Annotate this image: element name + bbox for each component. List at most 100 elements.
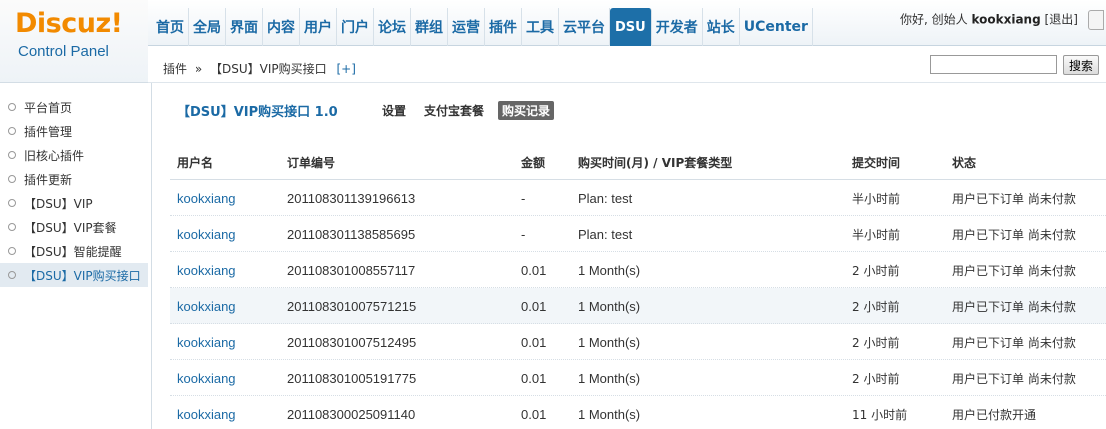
- sidebar-item-dsu-vip-purchase[interactable]: 【DSU】VIP购买接口: [0, 263, 148, 287]
- bullet-icon: [8, 151, 16, 159]
- user-box: 你好, 创始人 kookxiang [退出]: [900, 10, 1104, 30]
- cell-username[interactable]: kookxiang: [177, 360, 236, 396]
- sidebar-item-label: 旧核心插件: [24, 148, 85, 163]
- breadcrumb-current: 【DSU】VIP购买接口: [210, 62, 327, 76]
- tab-alipay-plans[interactable]: 支付宝套餐: [420, 101, 488, 120]
- cell-plan: 1 Month(s): [578, 334, 641, 350]
- table-row: kookxiang 201108301139196613 - Plan: tes…: [170, 180, 1106, 216]
- logo[interactable]: Discuz! Control Panel: [0, 0, 148, 83]
- nav-interface[interactable]: 界面: [226, 8, 263, 46]
- bullet-icon: [8, 103, 16, 111]
- nav-dsu[interactable]: DSU: [610, 8, 652, 46]
- sidebar-item-label: 【DSU】智能提醒: [24, 244, 122, 259]
- cell-status: 用户已下订单 尚未付款: [952, 335, 1076, 350]
- logout-link[interactable]: [退出]: [1045, 13, 1078, 27]
- search-input[interactable]: [930, 55, 1057, 74]
- nav-operations[interactable]: 运营: [448, 8, 485, 46]
- cell-status: 用户已下订单 尚未付款: [952, 263, 1076, 278]
- sidebar-item-label: 【DSU】VIP套餐: [24, 220, 117, 235]
- cell-username[interactable]: kookxiang: [177, 288, 236, 324]
- table-row: kookxiang 201108301005191775 0.01 1 Mont…: [170, 360, 1106, 396]
- table-row: kookxiang 201108300025091140 0.01 1 Mont…: [170, 396, 1106, 429]
- col-header-submit-time: 提交时间: [852, 155, 901, 170]
- nav-content[interactable]: 内容: [263, 8, 300, 46]
- breadcrumb-root[interactable]: 插件: [163, 62, 187, 76]
- sidebar-item-label: 【DSU】VIP: [24, 196, 93, 211]
- cell-plan: 1 Month(s): [578, 370, 641, 386]
- add-shortcut-link[interactable]: [+]: [336, 62, 355, 76]
- sidebar-item-dsu-vip[interactable]: 【DSU】VIP: [0, 191, 148, 215]
- cell-amount: -: [521, 190, 526, 206]
- sidebar-item-label: 平台首页: [24, 100, 73, 115]
- cell-amount: 0.01: [521, 334, 547, 350]
- cell-order-id: 201108301007512495: [287, 334, 417, 350]
- sidebar-item-plugin-manage[interactable]: 插件管理: [0, 119, 148, 143]
- cell-plan: Plan: test: [578, 190, 633, 206]
- cell-order-id: 201108301139196613: [287, 190, 416, 206]
- table-row: kookxiang 201108301007512495 0.01 1 Mont…: [170, 324, 1106, 360]
- nav-portal[interactable]: 门户: [337, 8, 374, 46]
- cell-status: 用户已付款开通: [952, 407, 1037, 422]
- cell-username[interactable]: kookxiang: [177, 324, 236, 360]
- cell-order-id: 201108301005191775: [287, 370, 417, 386]
- sidebar-item-label: 【DSU】VIP购买接口: [24, 268, 141, 283]
- table-row: kookxiang 201108301008557117 0.01 1 Mont…: [170, 252, 1106, 288]
- breadcrumb-separator: »: [194, 62, 203, 76]
- cell-submit-time: 2 小时前: [852, 299, 900, 314]
- cell-status: 用户已下订单 尚未付款: [952, 299, 1076, 314]
- cell-plan: 1 Month(s): [578, 298, 641, 314]
- tab-settings[interactable]: 设置: [378, 101, 410, 120]
- nav-tools[interactable]: 工具: [522, 8, 559, 46]
- cell-submit-time: 半小时前: [852, 191, 901, 206]
- sub-tabs: 设置 支付宝套餐 购买记录: [378, 101, 555, 120]
- cell-amount: 0.01: [521, 370, 547, 386]
- table-row: kookxiang 201108301138585695 - Plan: tes…: [170, 216, 1106, 252]
- cell-submit-time: 2 小时前: [852, 263, 900, 278]
- nav-groups[interactable]: 群组: [411, 8, 448, 46]
- nav-developer[interactable]: 开发者: [652, 8, 703, 46]
- nav-users[interactable]: 用户: [300, 8, 337, 46]
- user-name[interactable]: kookxiang: [971, 13, 1040, 27]
- search-button[interactable]: 搜索: [1063, 55, 1099, 75]
- tab-purchase-records[interactable]: 购买记录: [498, 101, 555, 120]
- col-header-amount: 金额: [521, 155, 546, 170]
- nav-webmaster[interactable]: 站长: [703, 8, 740, 46]
- cell-submit-time: 2 小时前: [852, 335, 900, 350]
- bullet-icon: [8, 223, 16, 231]
- cell-amount: 0.01: [521, 262, 547, 278]
- site-menu-button[interactable]: [1087, 10, 1104, 30]
- cell-amount: 0.01: [521, 298, 547, 314]
- logo-mark: Discuz!: [15, 8, 123, 39]
- col-header-username: 用户名: [177, 155, 214, 170]
- col-header-plan: 购买时间(月) / VIP套餐类型: [578, 155, 733, 170]
- sidebar-item-platform-home[interactable]: 平台首页: [0, 95, 148, 119]
- sidebar-item-legacy-plugins[interactable]: 旧核心插件: [0, 143, 148, 167]
- bullet-icon: [8, 247, 16, 255]
- sidebar-item-label: 插件更新: [24, 172, 73, 187]
- user-greeting: 你好, 创始人: [900, 12, 968, 27]
- col-header-status: 状态: [952, 155, 977, 170]
- bullet-icon: [8, 175, 16, 183]
- cell-username[interactable]: kookxiang: [177, 396, 236, 429]
- top-nav: 首页 全局 界面 内容 用户 门户 论坛 群组 运营 插件 工具 云平台 DSU…: [152, 8, 813, 46]
- table-header-row: 用户名 订单编号 金额 购买时间(月) / VIP套餐类型 提交时间 状态: [170, 144, 1106, 180]
- cell-username[interactable]: kookxiang: [177, 252, 236, 288]
- cell-order-id: 201108301138585695: [287, 226, 416, 242]
- nav-cloud[interactable]: 云平台: [559, 8, 610, 46]
- cell-username[interactable]: kookxiang: [177, 216, 236, 252]
- header: Discuz! Control Panel 首页 全局 界面 内容 用户 门户 …: [0, 0, 1106, 83]
- sidebar-item-dsu-vip-plan[interactable]: 【DSU】VIP套餐: [0, 215, 148, 239]
- nav-forum[interactable]: 论坛: [374, 8, 411, 46]
- cell-plan: Plan: test: [578, 226, 633, 242]
- cell-order-id: 201108301008557117: [287, 262, 416, 278]
- nav-plugins[interactable]: 插件: [485, 8, 522, 46]
- nav-global[interactable]: 全局: [189, 8, 226, 46]
- cell-status: 用户已下订单 尚未付款: [952, 227, 1076, 242]
- nav-home[interactable]: 首页: [152, 8, 189, 46]
- nav-ucenter[interactable]: UCenter: [740, 8, 813, 46]
- sidebar-item-dsu-reminder[interactable]: 【DSU】智能提醒: [0, 239, 148, 263]
- cell-username[interactable]: kookxiang: [177, 180, 236, 216]
- cell-order-id: 201108300025091140: [287, 406, 416, 422]
- cell-submit-time: 11 小时前: [852, 407, 908, 422]
- sidebar-item-plugin-update[interactable]: 插件更新: [0, 167, 148, 191]
